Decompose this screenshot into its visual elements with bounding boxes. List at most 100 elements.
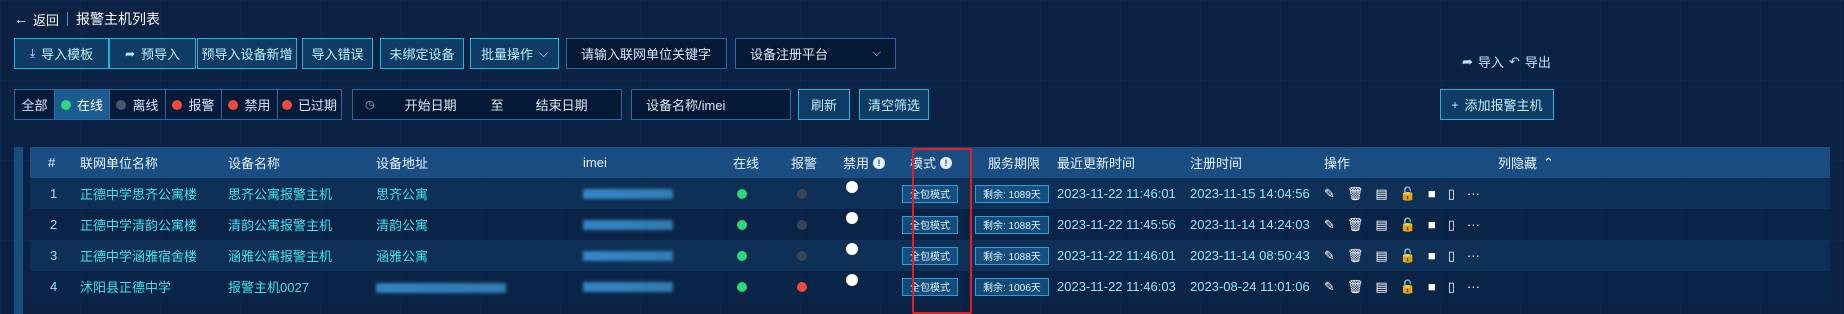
edit-icon[interactable]: ✎ [1324,186,1335,202]
table-row[interactable]: 2 正德中学清韵公寓楼 清韵公寓报警主机 清韵公寓 全包模式 剩余: 1088天… [30,209,1830,240]
row-device[interactable]: 涵雅公寓报警主机 [228,240,332,271]
folder-icon[interactable]: ■ [1428,279,1436,294]
unlock-icon[interactable]: 🔓 [1400,217,1416,233]
column-hide-toggle[interactable]: 列隐藏 ⌃ [1498,147,1554,178]
document-icon[interactable]: ▤ [1375,217,1387,233]
pre-import-new-button[interactable]: 预导入设备新增 [197,38,297,69]
alarm-indicator [797,178,807,209]
import-label: 导入 [1477,55,1504,70]
filter-all[interactable]: 全部 [15,90,55,119]
row-unit[interactable]: 正德中学清韵公寓楼 [80,209,197,240]
arrow-left-icon: ← [14,11,28,27]
more-icon[interactable]: ··· [1467,279,1480,294]
export-label: 导出 [1524,55,1551,70]
device-table: # 联网单位名称 设备名称 设备地址 imei 在线 报警 禁用 ! 模式 ! … [14,147,1830,314]
batch-ops-button[interactable]: 批量操作 ⌵ [470,38,559,69]
col-updated: 最近更新时间 [1057,156,1136,171]
document-icon[interactable]: ▤ [1375,248,1387,264]
edit-icon[interactable]: ✎ [1324,217,1335,233]
import-error-label: 导入错误 [311,47,364,62]
filter-disabled[interactable]: 禁用 [222,90,278,119]
alarm-indicator [797,209,807,240]
unlock-icon[interactable]: 🔓 [1400,186,1416,202]
back-button[interactable]: ← 返回 [14,10,59,29]
folder-icon[interactable]: ■ [1428,248,1436,263]
more-icon[interactable]: ··· [1467,217,1480,232]
document-icon[interactable]: ▤ [1375,279,1387,295]
table-row[interactable]: 3 正德中学涵雅宿舍楼 涵雅公寓报警主机 涵雅公寓 全包模式 剩余: 1088天… [30,240,1830,271]
row-actions: ✎ 🗑 ▤ 🔓 ■ ▯ ··· [1324,240,1492,271]
clear-filters-button[interactable]: 清空筛选 [859,89,929,120]
row-unit[interactable]: 正德中学思齐公寓楼 [80,178,197,209]
keyword-search-input[interactable]: 请输入联网单位关键字 [566,38,727,69]
row-device[interactable]: 清韵公寓报警主机 [228,209,332,240]
row-actions: ✎ 🗑 ▤ 🔓 ■ ▯ ··· [1324,178,1492,209]
info-icon[interactable]: ! [873,156,886,169]
folder-icon[interactable]: ■ [1428,186,1436,201]
keyword-placeholder: 请输入联网单位关键字 [581,47,712,62]
delete-icon[interactable]: 🗑 [1347,248,1364,264]
delete-icon[interactable]: 🗑 [1347,186,1364,202]
pre-import-button[interactable]: ➦ 预导入 [109,38,196,69]
filter-disabled-label: 禁用 [244,98,271,113]
device-icon[interactable]: ▯ [1448,186,1455,202]
filter-alarm[interactable]: 报警 [166,90,222,119]
disabled-indicator[interactable] [846,171,858,202]
folder-icon[interactable]: ■ [1428,217,1436,232]
refresh-button[interactable]: 刷新 [798,89,850,120]
import-button[interactable]: ➦ 导入 [1462,52,1504,71]
row-index: 4 [50,279,58,294]
unlock-icon[interactable]: 🔓 [1400,248,1416,264]
add-host-label: 添加报警主机 [1464,98,1543,113]
device-icon[interactable]: ▯ [1448,248,1455,264]
unlock-icon[interactable]: 🔓 [1400,279,1416,295]
row-device[interactable]: 报警主机0027 [228,271,309,302]
col-mode-label: 模式 [910,156,937,171]
filter-expired[interactable]: 已过期 [278,90,341,119]
table-row[interactable]: 4 沭阳县正德中学 报警主机0027 全包模式 剩余: 1006天 2023-1… [30,271,1830,302]
col-imei: imei [583,155,607,170]
row-address: 清韵公寓 [376,218,429,233]
imei-redacted [583,220,673,230]
more-icon[interactable]: ··· [1467,186,1480,201]
row-unit[interactable]: 正德中学涵雅宿舍楼 [80,240,197,271]
imei-redacted [583,282,673,292]
col-service: 服务期限 [988,156,1041,171]
platform-select[interactable]: 设备注册平台 ⌵ [735,38,896,69]
add-host-button[interactable]: + 添加报警主机 [1440,89,1554,120]
row-address: 思齐公寓 [376,187,429,202]
device-icon[interactable]: ▯ [1448,279,1455,295]
pre-import-label: 预导入 [141,47,181,62]
filter-offline[interactable]: 离线 [110,90,166,119]
start-date-field[interactable]: 开始日期 [405,95,457,114]
filter-online[interactable]: 在线 [55,90,110,119]
column-hide-label: 列隐藏 [1498,156,1538,171]
import-template-button[interactable]: ⤓ 导入模板 [14,38,109,69]
disabled-indicator[interactable] [846,233,858,264]
more-icon[interactable]: ··· [1467,248,1480,263]
table-row[interactable]: 1 正德中学思齐公寓楼 思齐公寓报警主机 思齐公寓 全包模式 剩余: 1089天… [30,178,1830,209]
import-error-button[interactable]: 导入错误 [302,38,373,69]
delete-icon[interactable]: 🗑 [1347,279,1364,295]
row-updated: 2023-11-22 11:46:03 [1057,279,1176,294]
document-icon[interactable]: ▤ [1375,186,1387,202]
delete-icon[interactable]: 🗑 [1347,217,1364,233]
row-unit[interactable]: 沭阳县正德中学 [80,271,171,302]
disabled-indicator[interactable] [846,202,858,233]
row-registered: 2023-11-14 08:50:43 [1190,248,1310,263]
export-button[interactable]: ↶ 导出 [1509,52,1551,71]
row-address: 涵雅公寓 [376,249,429,264]
unbound-device-button[interactable]: 未绑定设备 [380,38,464,69]
table-accent-bar [14,147,23,314]
device-search-input[interactable]: 设备名称/imei [631,89,791,120]
info-icon[interactable]: ! [940,156,953,169]
edit-icon[interactable]: ✎ [1324,279,1335,295]
device-icon[interactable]: ▯ [1448,217,1455,233]
disabled-indicator[interactable] [846,264,858,295]
row-registered: 2023-11-15 14:04:56 [1190,186,1310,201]
edit-icon[interactable]: ✎ [1324,248,1335,264]
online-indicator [737,209,747,240]
date-range-picker[interactable]: ◷ 开始日期 至 结束日期 [352,89,622,120]
row-device[interactable]: 思齐公寓报警主机 [228,178,332,209]
end-date-field[interactable]: 结束日期 [536,95,588,114]
